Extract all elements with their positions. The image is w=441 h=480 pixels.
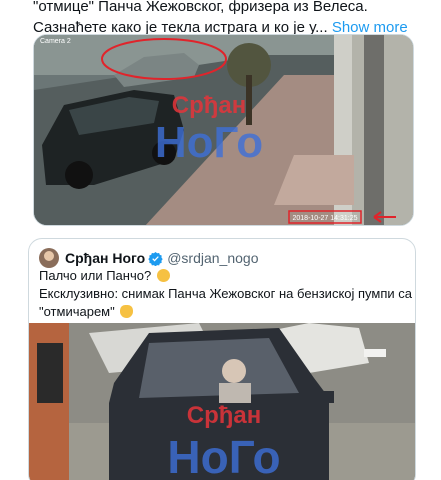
- point-down-emoji: [120, 305, 134, 318]
- quoted-author-name[interactable]: Срђан Ного: [65, 250, 145, 266]
- verified-badge-icon: [148, 251, 163, 266]
- quoted-tweet-text: Палчо или Панчо? Ексклузивно: снимак Пан…: [39, 267, 416, 321]
- watermark-bottom: НоГо: [167, 431, 280, 480]
- tweet-media-image[interactable]: Camera 2 Срђан НоГо 2018-10-27 14:31:25: [33, 34, 414, 226]
- watermark-bottom: НоГо: [155, 118, 263, 167]
- camera-label: Camera 2: [40, 38, 71, 45]
- quoted-text-abductor: "отмичарем": [39, 304, 115, 319]
- quoted-media-image[interactable]: Срђан НоГо: [29, 323, 415, 480]
- quoted-text-line-2: Ексклузивно: снимак Панча Жежовског на б…: [39, 286, 416, 301]
- quoted-tweet[interactable]: Срђан Ного @srdjan_nogo Палчо или Панчо?…: [28, 238, 416, 480]
- quoted-text-question: Палчо или Панчо?: [39, 268, 152, 283]
- quoted-text-line-1: Палчо или Панчо?: [39, 267, 411, 285]
- avatar[interactable]: [39, 248, 59, 268]
- watermark-top: Срђан: [187, 402, 262, 429]
- thinking-face-emoji: [156, 269, 170, 282]
- quoted-author-handle[interactable]: @srdjan_nogo: [167, 250, 258, 266]
- quoted-text-line-3: "отмичарем": [39, 303, 411, 321]
- cctv-street-frame: Camera 2 Срђан НоГо 2018-10-27 14:31:25: [34, 35, 413, 225]
- gas-station-frame: Срђан НоГо: [29, 323, 415, 480]
- tweet-text: "отмице" Панча Жежовског, фризера из Вел…: [33, 0, 433, 38]
- watermark-top: Срђан: [172, 92, 247, 119]
- tweet-text-line-1: "отмице" Панча Жежовског, фризера из Вел…: [33, 0, 368, 15]
- quoted-tweet-header: Срђан Ного @srdjan_nogo: [39, 248, 259, 268]
- cctv-timestamp: 2018-10-27 14:31:25: [293, 215, 358, 222]
